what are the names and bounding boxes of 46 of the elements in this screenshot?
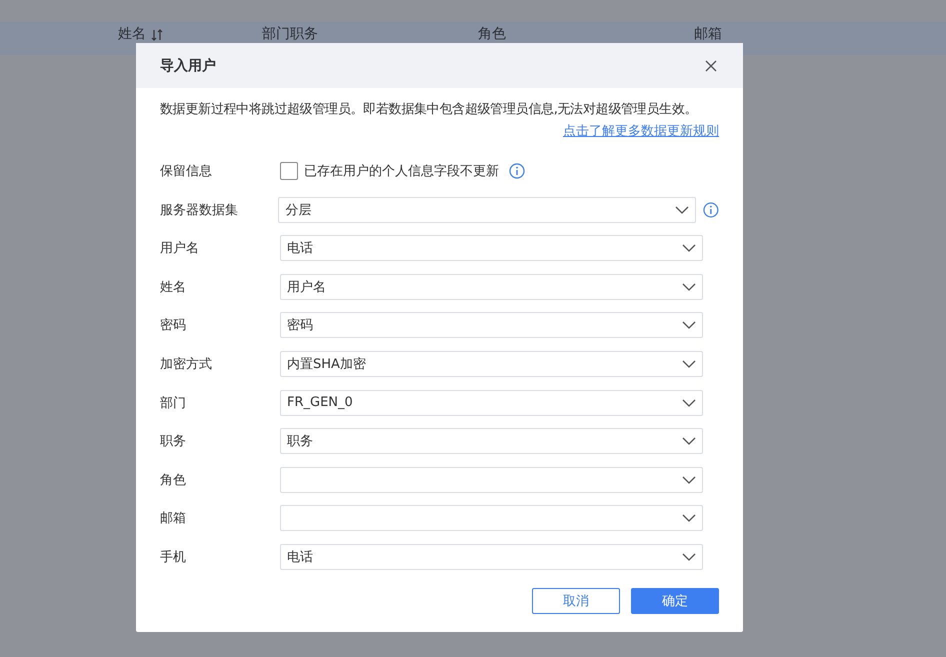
chevron-down-icon	[682, 437, 696, 446]
chevron-down-icon	[682, 552, 696, 561]
field-label: 角色	[160, 472, 187, 489]
column-header: 角色	[478, 27, 506, 42]
close-button[interactable]	[703, 58, 719, 74]
rules-link[interactable]: 点击了解更多数据更新规则	[563, 122, 719, 140]
chevron-down-icon	[682, 476, 696, 484]
field-label: 手机	[160, 548, 187, 566]
dialog-title: 导入用户	[160, 56, 216, 74]
info-icon[interactable]	[509, 163, 525, 179]
checkbox-label: 已存在用户的个人信息字段不更新	[304, 163, 499, 180]
chevron-down-icon	[682, 244, 696, 252]
sort-icon[interactable]	[151, 28, 163, 40]
field-label: 部门	[160, 394, 187, 412]
notice-text: 数据更新过程中将跳过超级管理员。即若数据集中包含超级管理员信息,无法对超级管理员生效。	[160, 101, 698, 119]
chevron-down-icon	[682, 360, 696, 368]
chevron-down-icon	[682, 514, 696, 522]
column-header: 姓名	[118, 27, 146, 42]
select-field[interactable]	[280, 505, 703, 532]
confirm-button[interactable]: 确定	[631, 588, 719, 614]
column-header: 邮箱	[694, 27, 722, 42]
checkbox[interactable]	[280, 162, 298, 180]
field-label: 姓名	[160, 278, 187, 296]
chevron-down-icon	[675, 206, 690, 214]
chevron-down-icon	[682, 321, 696, 330]
select-field[interactable]: 内置SHA加密	[280, 350, 703, 377]
field-label: 职务	[160, 433, 187, 450]
select-field[interactable]: 分层	[278, 196, 696, 223]
select-field[interactable]: 用户名	[280, 274, 703, 300]
info-icon[interactable]	[703, 202, 719, 218]
column-header: 部门职务	[262, 27, 318, 42]
select-field[interactable]	[280, 466, 703, 493]
select-field[interactable]: 职务	[280, 428, 703, 454]
chevron-down-icon	[682, 282, 696, 291]
select-field[interactable]: 电话	[280, 235, 703, 262]
select-field[interactable]: 密码	[280, 312, 703, 338]
select-field[interactable]: FR_GEN_0	[280, 390, 703, 416]
field-label: 加密方式	[160, 356, 213, 373]
select-field[interactable]: 电话	[280, 544, 703, 570]
field-label: 服务器数据集	[160, 202, 239, 219]
field-label: 密码	[160, 317, 187, 334]
field-label: 邮箱	[160, 510, 187, 528]
field-label: 用户名	[160, 240, 200, 258]
field-label: 保留信息	[160, 163, 213, 180]
chevron-down-icon	[682, 398, 696, 407]
cancel-button[interactable]: 取消	[532, 588, 620, 614]
